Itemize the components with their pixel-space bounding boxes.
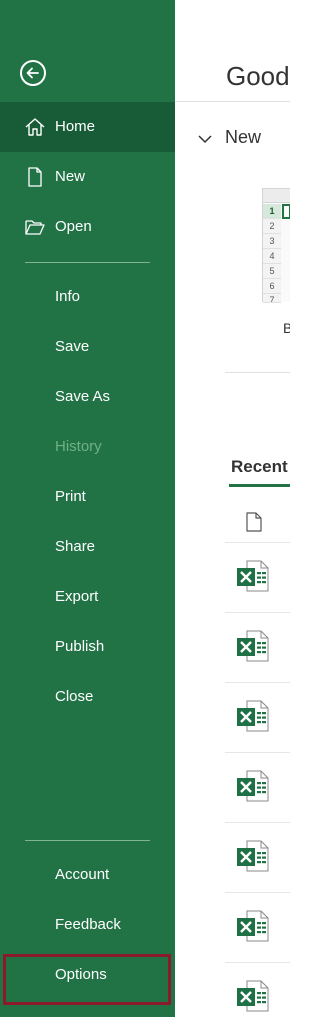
row-number: 7 <box>263 294 281 303</box>
home-icon <box>24 116 46 138</box>
nav-export-label: Export <box>55 588 99 605</box>
recent-row-divider <box>225 542 290 543</box>
recent-row-divider <box>225 752 290 753</box>
excel-file-icon[interactable] <box>235 698 271 734</box>
nav-open-label: Open <box>55 218 92 235</box>
nav-account-label: Account <box>55 866 110 883</box>
recent-row-divider <box>225 892 290 893</box>
new-document-icon <box>24 166 46 188</box>
backstage-main: Good New 1 2 3 4 5 6 7 B Recent <box>175 0 290 1017</box>
recent-row-divider <box>225 612 290 613</box>
nav-close[interactable]: Close <box>0 672 175 722</box>
new-section-title[interactable]: New <box>225 126 261 148</box>
divider <box>175 101 290 102</box>
tab-underline <box>229 484 290 487</box>
backstage-sidebar: Home New Open Info Save Save As History … <box>0 0 175 1017</box>
excel-file-icon[interactable] <box>235 838 271 874</box>
divider <box>225 372 290 373</box>
nav-save-as-label: Save As <box>55 388 111 405</box>
nav-print[interactable]: Print <box>0 472 175 522</box>
chevron-down-icon[interactable] <box>198 131 212 149</box>
nav-print-label: Print <box>55 488 86 505</box>
nav-export[interactable]: Export <box>0 572 175 622</box>
row-number: 6 <box>263 279 281 294</box>
row-number: 1 <box>263 204 281 219</box>
recent-row-divider <box>225 822 290 823</box>
tab-recent[interactable]: Recent <box>231 456 288 478</box>
sidebar-divider <box>25 840 150 841</box>
nav-open[interactable]: Open <box>0 202 175 252</box>
nav-close-label: Close <box>55 688 94 705</box>
nav-info[interactable]: Info <box>0 272 175 322</box>
nav-history: History <box>0 422 175 472</box>
row-number: 4 <box>263 249 281 264</box>
nav-save-as[interactable]: Save As <box>0 372 175 422</box>
excel-file-icon[interactable] <box>235 628 271 664</box>
nav-account[interactable]: Account <box>0 850 175 900</box>
blank-workbook-thumbnail[interactable]: 1 2 3 4 5 6 7 <box>262 188 290 303</box>
row-number: 5 <box>263 264 281 279</box>
row-number: 2 <box>263 219 281 234</box>
nav-new-label: New <box>55 168 86 185</box>
excel-file-icon[interactable] <box>235 908 271 944</box>
excel-file-icon[interactable] <box>235 558 271 594</box>
nav-share[interactable]: Share <box>0 522 175 572</box>
nav-new[interactable]: New <box>0 152 175 202</box>
nav-history-label: History <box>55 438 102 455</box>
nav-share-label: Share <box>55 538 96 555</box>
nav-home[interactable]: Home <box>0 102 175 152</box>
selected-cell <box>282 204 290 219</box>
nav-publish-label: Publish <box>55 638 105 655</box>
thumbnail-header-bar <box>263 189 290 203</box>
nav-save[interactable]: Save <box>0 322 175 372</box>
greeting-title: Good <box>226 61 290 91</box>
back-arrow-icon[interactable] <box>20 60 46 86</box>
excel-file-icon[interactable] <box>235 978 271 1014</box>
nav-publish[interactable]: Publish <box>0 622 175 672</box>
nav-feedback[interactable]: Feedback <box>0 900 175 950</box>
nav-home-label: Home <box>55 118 96 135</box>
excel-file-icon[interactable] <box>235 768 271 804</box>
nav-feedback-label: Feedback <box>55 916 121 933</box>
file-type-icon <box>246 512 262 537</box>
recent-row-divider <box>225 682 290 683</box>
sidebar-divider <box>25 262 150 263</box>
options-highlight-box <box>3 954 171 1005</box>
row-number: 3 <box>263 234 281 249</box>
open-folder-icon <box>24 216 46 238</box>
recent-row-divider <box>225 962 290 963</box>
blank-workbook-label: B <box>283 320 290 336</box>
nav-save-label: Save <box>55 338 90 355</box>
nav-info-label: Info <box>55 288 81 305</box>
